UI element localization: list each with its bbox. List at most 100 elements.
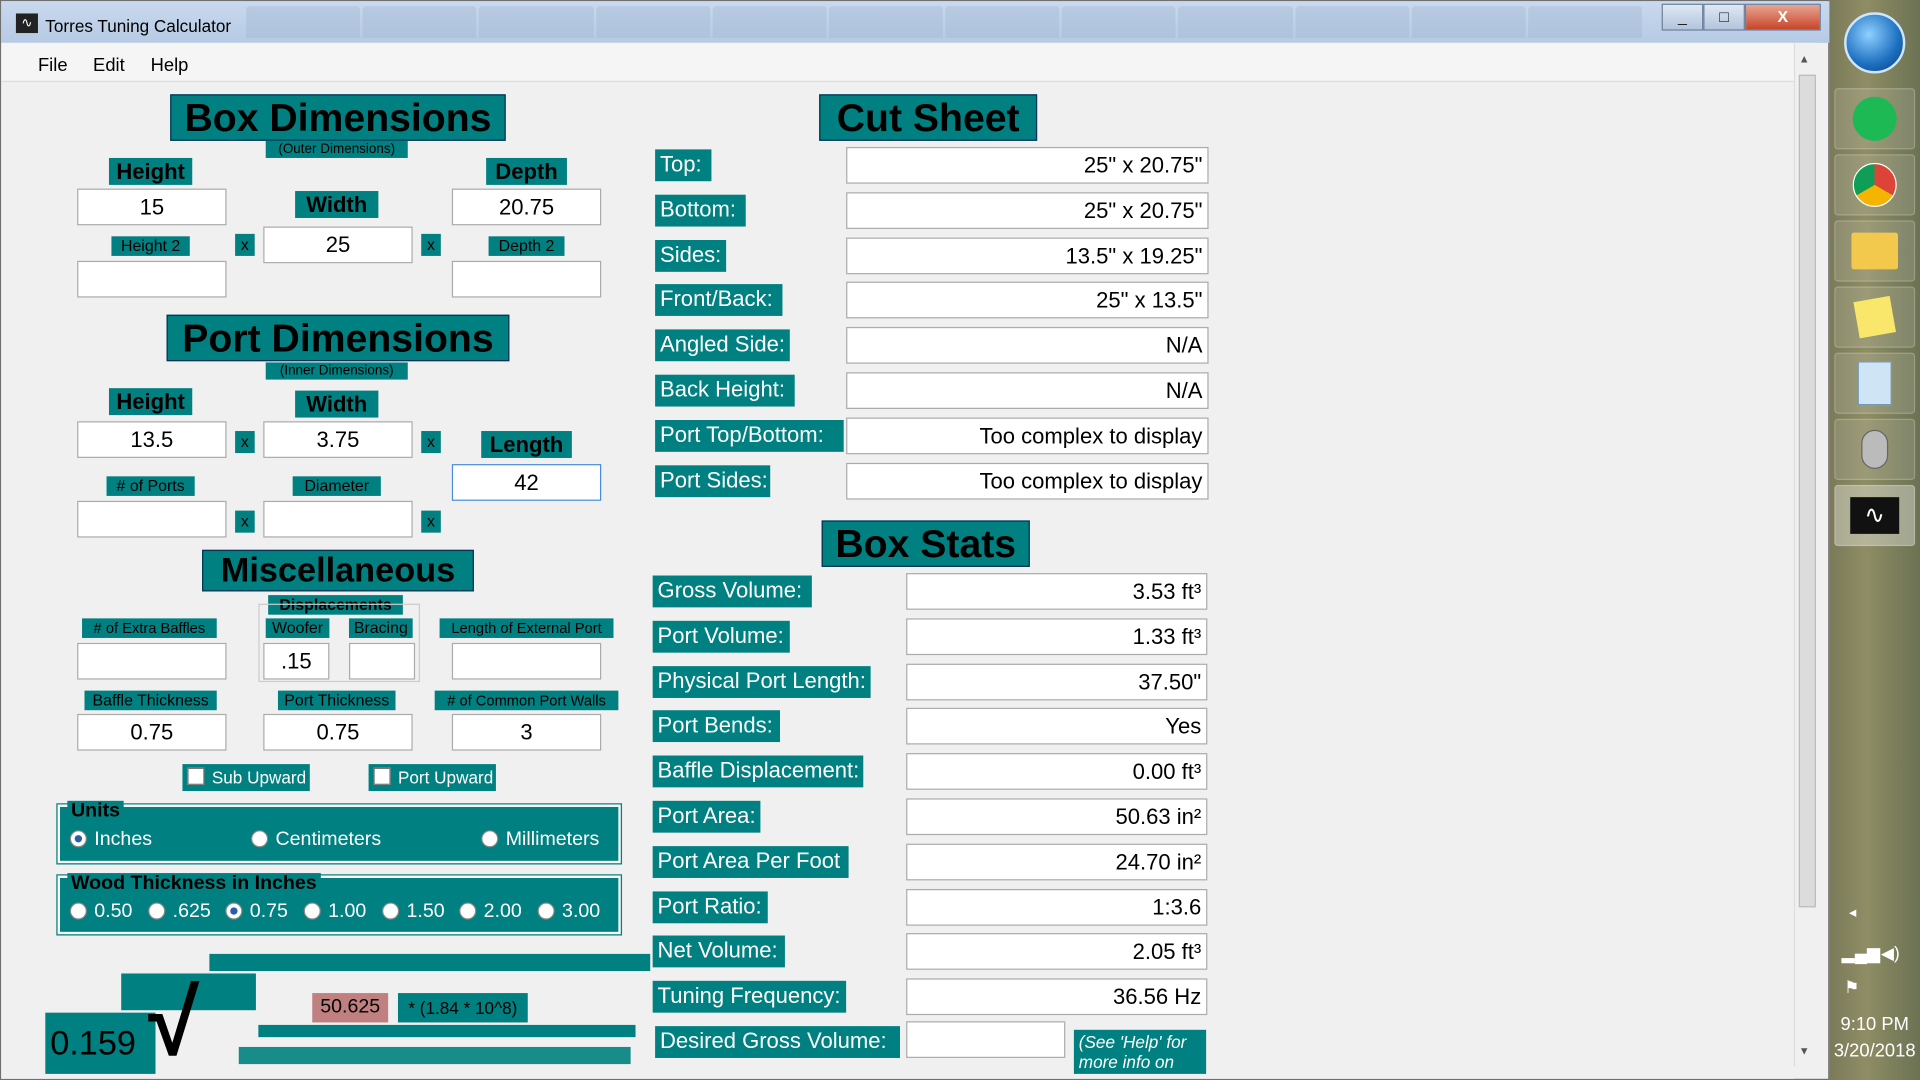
wood-100-radio[interactable]: 1.00 bbox=[301, 901, 366, 923]
cut-sheet-label: Bottom: bbox=[655, 194, 746, 227]
extra-baffles-input[interactable] bbox=[77, 642, 227, 680]
port-width-input[interactable]: 3.75 bbox=[263, 421, 413, 458]
network-icon[interactable]: ▂▄▆ bbox=[1842, 943, 1881, 964]
scroll-down-icon[interactable]: ▼ bbox=[1799, 1044, 1810, 1056]
box-height2-input[interactable] bbox=[77, 260, 227, 298]
clock-date[interactable]: 3/20/2018 bbox=[1829, 1041, 1920, 1062]
port-thickness-input[interactable]: 0.75 bbox=[263, 713, 413, 751]
scroll-up-icon[interactable]: ▲ bbox=[1799, 53, 1810, 65]
port-diameter-input[interactable] bbox=[263, 500, 413, 538]
box-stat-value: 37.50" bbox=[906, 663, 1208, 700]
radio-selected-icon bbox=[69, 830, 87, 848]
box-stat-label: Port Volume: bbox=[652, 620, 790, 653]
box-depth2-input[interactable] bbox=[451, 260, 602, 298]
maximize-button[interactable]: □ bbox=[1703, 3, 1745, 31]
box-stat-label: Port Ratio: bbox=[652, 890, 768, 923]
spotify-icon[interactable] bbox=[1834, 88, 1916, 150]
sticky-notes-icon[interactable] bbox=[1834, 286, 1916, 348]
cut-sheet-value: Too complex to display bbox=[846, 417, 1209, 455]
sqrt-icon: √ bbox=[148, 971, 200, 1076]
radio-icon bbox=[481, 830, 499, 848]
menu-file[interactable]: File bbox=[38, 55, 68, 76]
bracing-label: Bracing bbox=[348, 618, 413, 638]
main-panel: Box Dimensions (Outer Dimensions) Height… bbox=[1, 82, 1794, 1079]
box-stat-label: Physical Port Length: bbox=[652, 665, 871, 698]
radio-icon bbox=[537, 902, 555, 920]
radio-selected-icon bbox=[225, 902, 243, 920]
units-millimeters-radio[interactable]: Millimeters bbox=[479, 829, 599, 851]
multiply-sign: x bbox=[421, 431, 441, 454]
units-inches-radio[interactable]: Inches bbox=[67, 829, 152, 851]
desired-gross-volume-input[interactable] bbox=[906, 1021, 1066, 1058]
port-upward-checkbox[interactable]: Port Upward bbox=[368, 764, 496, 792]
port-height-input[interactable]: 13.5 bbox=[77, 421, 227, 458]
wood-075-radio[interactable]: 0.75 bbox=[223, 901, 288, 923]
common-port-walls-input[interactable]: 3 bbox=[451, 713, 602, 751]
formula-area: 50.625 bbox=[312, 993, 389, 1023]
num-ports-label: # of Ports bbox=[106, 476, 195, 496]
radio-icon bbox=[459, 902, 477, 920]
box-width-input[interactable]: 25 bbox=[263, 226, 413, 264]
volume-icon[interactable]: ◀) bbox=[1881, 943, 1900, 964]
menu-help[interactable]: Help bbox=[151, 55, 189, 76]
port-height-label: Height bbox=[108, 388, 193, 416]
formula-constant: 0.159 bbox=[45, 1012, 156, 1074]
windows-start-icon[interactable] bbox=[1844, 12, 1906, 74]
cut-sheet-value: 25" x 20.75" bbox=[846, 191, 1209, 229]
box-stat-value: 0.00 ft³ bbox=[906, 753, 1208, 791]
radio-icon bbox=[69, 902, 87, 920]
torres-tuning-taskbar-icon[interactable]: ∿ bbox=[1834, 484, 1916, 547]
wood-050-radio[interactable]: 0.50 bbox=[67, 901, 132, 923]
checkbox-icon bbox=[187, 767, 205, 785]
port-width-label: Width bbox=[295, 390, 379, 418]
external-port-length-label: Length of External Port bbox=[439, 618, 614, 638]
menu-edit[interactable]: Edit bbox=[93, 55, 125, 76]
minimize-button[interactable]: _ bbox=[1661, 3, 1704, 31]
multiply-sign: x bbox=[421, 510, 441, 533]
units-centimeters-radio[interactable]: Centimeters bbox=[249, 829, 381, 851]
bracing-displacement-input[interactable] bbox=[348, 642, 416, 680]
port-length-input[interactable]: 42 bbox=[451, 464, 602, 501]
scroll-thumb[interactable] bbox=[1798, 74, 1816, 908]
action-center-flag-icon[interactable]: ⚑ bbox=[1844, 977, 1859, 998]
chrome-icon[interactable] bbox=[1834, 154, 1916, 216]
formula-bar bbox=[209, 953, 651, 972]
box-height-label: Height bbox=[108, 157, 193, 185]
cut-sheet-value: Too complex to display bbox=[846, 462, 1209, 500]
box-stat-value: 2.05 ft³ bbox=[906, 933, 1208, 971]
checkbox-icon bbox=[373, 767, 391, 785]
cut-sheet-label: Sides: bbox=[655, 239, 727, 272]
num-ports-input[interactable] bbox=[77, 500, 227, 538]
cut-sheet-title: Cut Sheet bbox=[819, 94, 1038, 141]
mouse-icon[interactable] bbox=[1834, 418, 1916, 481]
box-depth-input[interactable]: 20.75 bbox=[451, 188, 602, 226]
common-port-walls-label: # of Common Port Walls bbox=[434, 690, 619, 711]
clock-time[interactable]: 9:10 PM bbox=[1829, 1014, 1920, 1035]
port-diameter-label: Diameter bbox=[292, 476, 381, 496]
misc-title: Miscellaneous bbox=[202, 549, 474, 592]
wood-150-radio[interactable]: 1.50 bbox=[380, 901, 445, 923]
multiply-sign: x bbox=[421, 233, 441, 256]
app-window: ∿ Torres Tuning Calculator _ □ X File Ed… bbox=[0, 0, 1831, 1080]
wood-0625-radio[interactable]: .625 bbox=[146, 901, 211, 923]
baffle-thickness-input[interactable]: 0.75 bbox=[77, 713, 227, 751]
box-width-label: Width bbox=[295, 191, 379, 218]
tray-expand-icon[interactable]: ◂ bbox=[1849, 904, 1856, 921]
baffle-thickness-label: Baffle Thickness bbox=[84, 690, 217, 711]
vertical-scrollbar[interactable]: ▲ ▼ bbox=[1793, 42, 1819, 1067]
close-button[interactable]: X bbox=[1744, 3, 1821, 31]
woofer-displacement-input[interactable]: .15 bbox=[263, 642, 330, 680]
calculator-icon[interactable] bbox=[1834, 352, 1916, 414]
box-dimensions-title: Box Dimensions bbox=[170, 94, 506, 141]
box-stat-value: 36.56 Hz bbox=[906, 978, 1208, 1016]
desired-gross-volume-label: Desired Gross Volume: bbox=[655, 1026, 901, 1058]
box-height-input[interactable]: 15 bbox=[77, 188, 227, 226]
wood-200-radio[interactable]: 2.00 bbox=[457, 901, 522, 923]
file-explorer-icon[interactable] bbox=[1834, 220, 1916, 282]
external-port-length-input[interactable] bbox=[451, 642, 602, 680]
cut-sheet-value: 25" x 13.5" bbox=[846, 282, 1209, 319]
box-stat-label: Port Bends: bbox=[652, 710, 781, 743]
sub-upward-checkbox[interactable]: Sub Upward bbox=[182, 764, 310, 792]
window-title: Torres Tuning Calculator bbox=[45, 15, 232, 36]
wood-300-radio[interactable]: 3.00 bbox=[535, 901, 600, 923]
